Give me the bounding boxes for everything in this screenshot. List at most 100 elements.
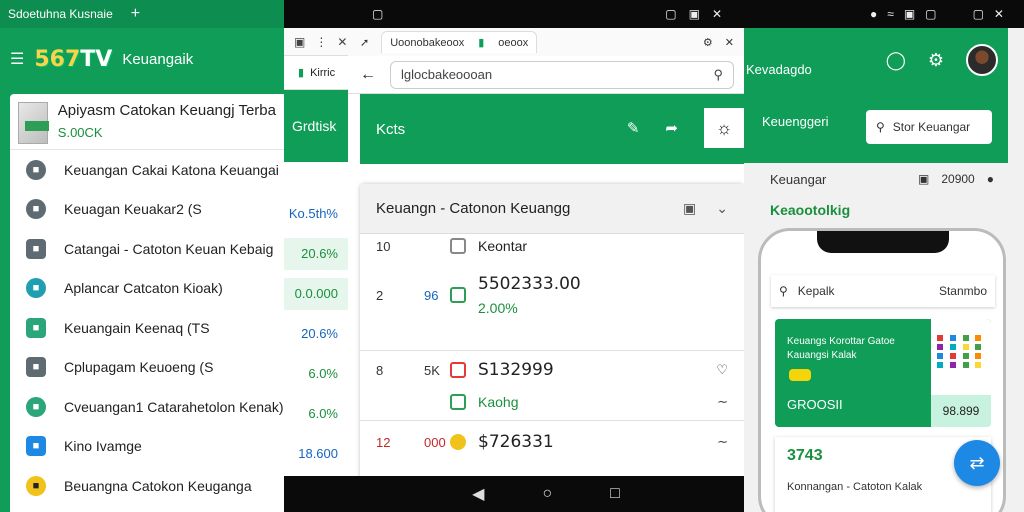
card-amount: GROOSII — [787, 397, 843, 412]
table-row[interactable]: 2 96 5502333.00 2.00% — [376, 274, 728, 316]
close-tab-icon[interactable]: ✕ — [725, 36, 734, 49]
list-item[interactable]: ■ Cveuangan1 Catarahetolon Kenak) — [10, 387, 284, 427]
row-trailing-icon[interactable]: ∼ — [717, 394, 728, 410]
settings-icon[interactable]: ⚙ — [703, 36, 713, 49]
list-item[interactable]: ■ Aplancar Catcaton Kioak) — [10, 269, 284, 309]
app-title: Keuangaik — [122, 50, 194, 68]
search-icon[interactable]: ⚲ — [713, 67, 723, 83]
share-icon[interactable]: ➦ — [665, 119, 678, 137]
green-header: Grdtisk — [284, 90, 348, 162]
row-main: $726331 — [478, 432, 554, 452]
row-index: 2 — [376, 287, 384, 303]
row-status-icon — [450, 362, 466, 378]
tab-title[interactable]: Sdoetuhna Kusnaie — [8, 7, 113, 21]
card2-number: 3743 — [787, 447, 823, 464]
browser-tab-title: Uoonobakeoox — [390, 36, 465, 49]
android-nav-bar: ◀ ○ □ — [348, 476, 744, 512]
table-row[interactable]: 8 5K S132999 ♡ — [376, 360, 728, 380]
row-divider — [360, 420, 744, 421]
status-indicator-icon: ▢ — [372, 7, 384, 21]
table-row[interactable]: Kaohg ∼ — [376, 394, 728, 410]
color-dot — [962, 353, 969, 359]
table-row[interactable]: 12 000 $726331 ∼ — [376, 432, 728, 452]
browser-tab[interactable]: Uoonobakeoox ▮ oeoox — [381, 31, 538, 53]
list-item-label: Aplancar Catcaton Kioak) — [64, 280, 223, 297]
search-icon: ⚲ — [779, 284, 788, 298]
phone-search-bar[interactable]: ⚲ Kepalk Stanmbo — [771, 275, 995, 307]
info-icon[interactable]: ● — [987, 172, 994, 186]
home-nav-icon[interactable]: ○ — [542, 485, 552, 503]
row-main: S132999 — [478, 360, 554, 380]
menu-icon[interactable]: ☰ — [10, 49, 24, 69]
list-item[interactable]: ■ Beuangna Catokon Keuganga — [10, 466, 284, 506]
row-sub: 2.00% — [478, 300, 518, 316]
edit-icon[interactable]: ✎ — [627, 119, 640, 137]
row-status-icon — [450, 434, 466, 450]
color-dot — [975, 362, 982, 368]
green-header: Kevadagdo ◯ ⚙ Keuenggeri ⚲ Stor Keuangar — [744, 28, 1008, 163]
pin-icon[interactable]: ➚ — [360, 36, 369, 49]
color-dot — [975, 353, 982, 359]
tab-strip: ▣ ⋮ ✕ — [284, 28, 348, 56]
more-vert-icon[interactable]: ⋮ — [315, 35, 327, 49]
calendar-icon[interactable]: ▣ — [918, 172, 929, 186]
list-item[interactable]: ■ Kino Ivamge — [10, 427, 284, 467]
color-dot — [949, 344, 956, 350]
row-trailing-icon[interactable]: ♡ — [716, 362, 728, 378]
green-header-label: Grdtisk — [292, 118, 337, 134]
header-title: Apiyasm Catokan Keuangj Terba — [57, 102, 276, 119]
color-dot — [937, 344, 943, 350]
document-icon: ■ — [26, 357, 46, 378]
color-dot — [962, 362, 969, 368]
window-controls[interactable]: ▢✕ — [973, 7, 1014, 21]
tab-kirric[interactable]: ▮ Kirric — [284, 56, 348, 90]
list-item[interactable]: ■ Keuangain Keenaq (TS — [10, 308, 284, 348]
card2-text: Konnangan - Catoton Kalak — [787, 481, 923, 493]
close-icon[interactable]: ✕ — [337, 35, 347, 49]
value-cell: Ko.5th% — [288, 206, 338, 221]
phone-summary-card[interactable]: Keuangs Korottar Gatoe Kauangsi Kalak GR… — [775, 319, 991, 427]
row-divider — [360, 350, 744, 351]
logo-number: 567 — [34, 46, 81, 72]
card-badge — [789, 369, 811, 381]
recents-nav-icon[interactable]: □ — [610, 485, 620, 503]
gear-icon[interactable]: ⚙ — [928, 50, 944, 71]
row-status-icon — [450, 287, 466, 303]
tab-label: Kirric — [310, 66, 336, 79]
list-item[interactable]: ■ Cplupagam Keuoeng (S — [10, 348, 284, 388]
new-tab-button[interactable]: + — [131, 5, 140, 23]
row-index: 8 — [376, 362, 384, 378]
list-header[interactable]: Apiyasm Catokan Keuangj Terba S.00CK — [10, 94, 284, 150]
chat-icon[interactable]: ◯ — [886, 50, 906, 71]
table-row[interactable]: 10 Keontar — [376, 238, 728, 254]
header-subtitle: S.00CK — [57, 125, 103, 140]
back-nav-icon[interactable]: ◀ — [472, 484, 484, 504]
address-input[interactable]: lglocbakeoooan ⚲ — [390, 60, 734, 89]
copy-icon[interactable]: ▣ — [294, 35, 305, 49]
window-controls[interactable]: ▢▣✕ — [665, 7, 734, 21]
wrench-icon: ■ — [26, 159, 46, 180]
list-item[interactable]: ■ Keuagan Keuakar2 (S — [10, 190, 284, 230]
list-item[interactable]: ■ Keuangan Cakai Katona Keuangai — [10, 150, 284, 190]
row-code: 000 — [424, 434, 446, 450]
list-item[interactable]: ■ Catangai - Catoton Keuan Kebaig — [10, 229, 284, 269]
avatar[interactable] — [966, 44, 998, 76]
calendar-icon[interactable]: ▣ — [683, 200, 696, 217]
phone-notch — [817, 231, 949, 253]
list-icon: ■ — [26, 436, 46, 457]
records-card: Keuangn - Catonon Keuangg ▣ ⌄ 10 Keontar 2… — [360, 184, 744, 484]
app-pane-left: Sdoetuhna Kusnaie + ☰ 567TV Keuangaik Ap… — [0, 0, 284, 512]
color-dot — [962, 344, 969, 350]
chevron-down-icon[interactable]: ⌄ — [716, 200, 728, 217]
color-dot — [937, 353, 943, 359]
brightness-icon[interactable]: ☼ — [704, 108, 744, 148]
search-button[interactable]: ⚲ Stor Keuangar — [866, 110, 992, 144]
section-title: Keaootolkig — [770, 202, 851, 218]
row-trailing-icon[interactable]: ∼ — [717, 434, 728, 450]
back-icon[interactable]: ← — [360, 66, 376, 84]
color-dot — [949, 353, 956, 359]
section-date-row: ▣ 20900 ● — [918, 172, 994, 186]
wallet-icon: ■ — [26, 278, 46, 299]
swap-fab-button[interactable]: ⇄ — [954, 440, 1000, 486]
color-dot — [975, 344, 982, 350]
